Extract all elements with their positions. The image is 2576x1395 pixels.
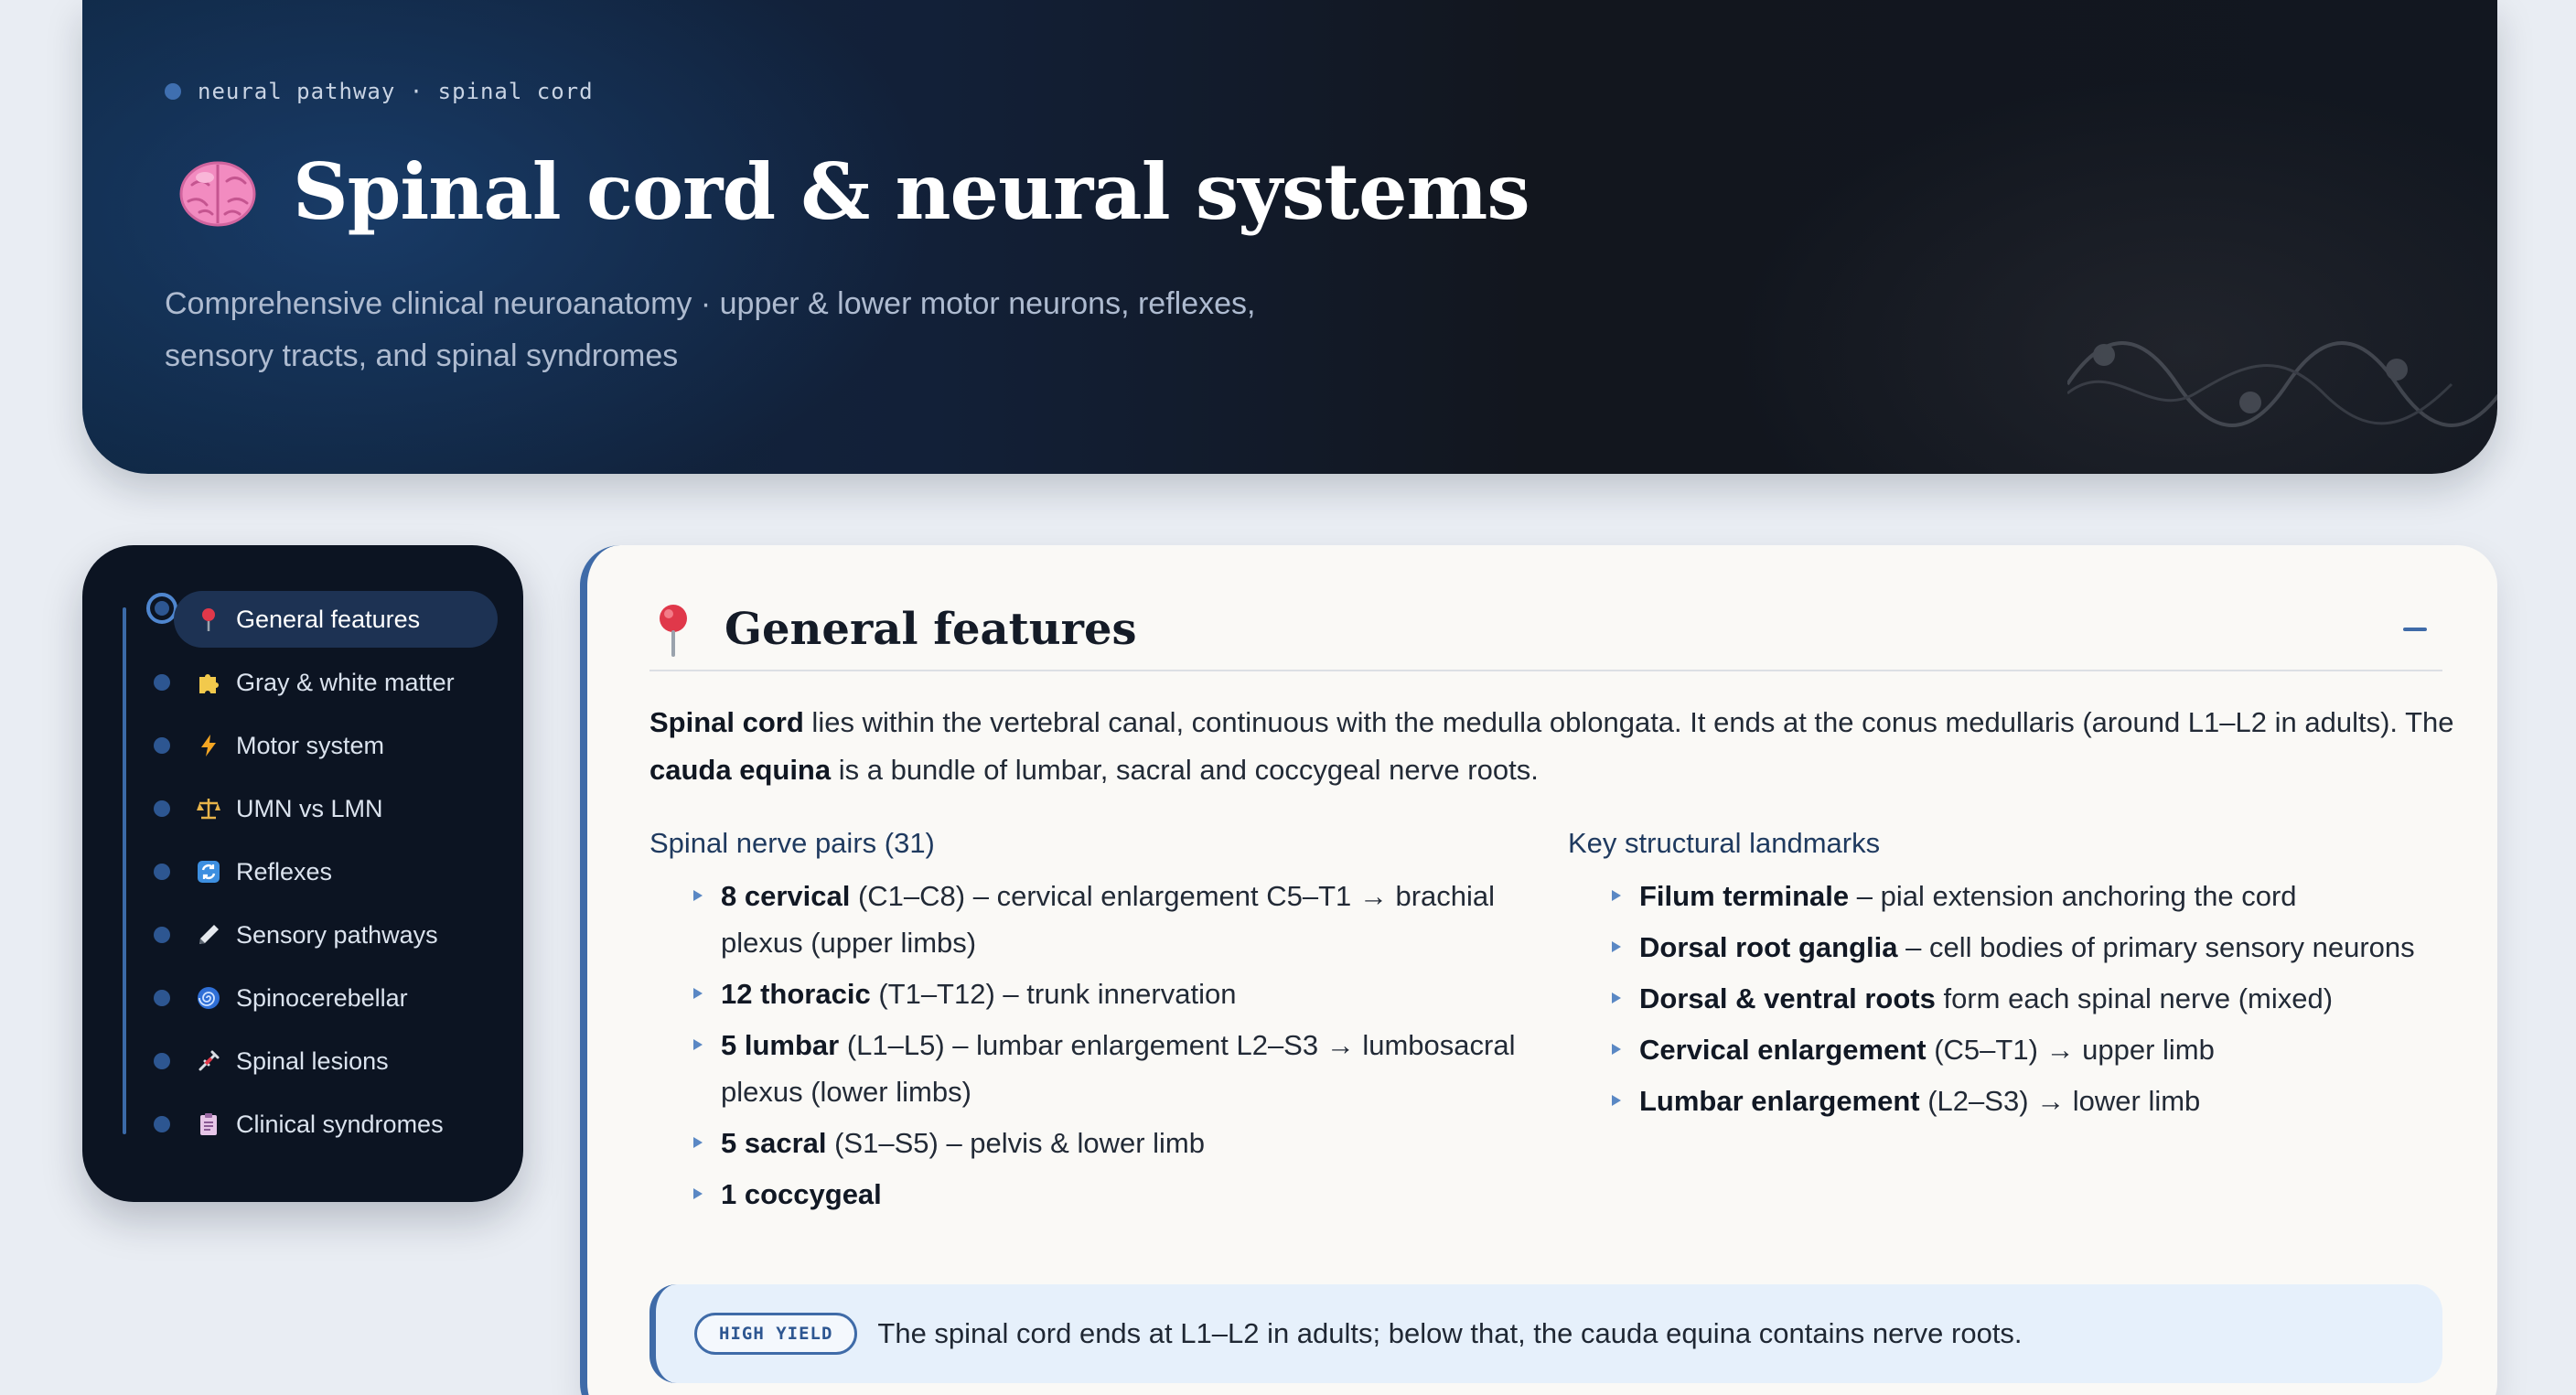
pen-icon	[199, 925, 219, 944]
list-item-term: 1 coccygeal	[721, 1178, 882, 1210]
nerve-pairs-column: Spinal nerve pairs (31) 8 cervical (C1–C…	[649, 827, 1528, 1222]
intro-term-cauda-equina: cauda equina	[649, 754, 832, 786]
list-item: Filum terminale – pial extension anchori…	[1568, 873, 2474, 919]
intro-text: is a bundle of lumbar, sacral and coccyg…	[831, 754, 1539, 786]
pushpin-icon	[660, 605, 687, 657]
page-title-row: Spinal cord & neural systems	[174, 146, 1530, 237]
sidebar-dot-icon	[154, 1116, 170, 1132]
spiral-icon	[198, 987, 220, 1009]
section-sidebar: General features Gray & white matter Mot…	[82, 545, 523, 1202]
list-item-term: 5 lumbar	[721, 1029, 840, 1061]
high-yield-badge: HIGH YIELD	[694, 1313, 858, 1355]
sidebar-item-label: Motor system	[236, 731, 385, 759]
list-item-text: (L1–L5) – lumbar enlargement L2–S3 → lum…	[721, 1029, 1516, 1108]
subtitle-line-2: sensory tracts, and spinal syndromes	[165, 338, 679, 373]
list-item: 5 lumbar (L1–L5) – lumbar enlargement L2…	[649, 1022, 1528, 1115]
list-item-term: Cervical enlargement	[1639, 1034, 1927, 1066]
page-subtitle: Comprehensive clinical neuroanatomy · up…	[165, 278, 1390, 382]
cycle-icon	[198, 861, 220, 883]
column-heading: Key structural landmarks	[1568, 827, 1881, 859]
sidebar-item-label: Spinocerebellar	[236, 983, 408, 1012]
sidebar-dot-icon	[154, 674, 170, 691]
clipboard-icon	[200, 1113, 217, 1135]
list-item: Lumbar enlargement (L2–S3) → lower limb	[1568, 1078, 2474, 1124]
puzzle-icon	[199, 674, 219, 693]
hero-banner: neural pathway · spinal cord Spinal cord…	[82, 0, 2497, 474]
sidebar-item-label: Gray & white matter	[236, 668, 455, 696]
list-item: 5 sacral (S1–S5) – pelvis & lower limb	[649, 1120, 1528, 1166]
sidebar-item-spinal-lesions[interactable]: Spinal lesions	[174, 1033, 498, 1089]
syringe-icon	[199, 1050, 220, 1071]
list-item-term: 8 cervical	[721, 880, 851, 912]
sidebar-item-gray-white-matter[interactable]: Gray & white matter	[174, 654, 498, 711]
sidebar-dot-icon	[154, 1053, 170, 1069]
list-item-term: Dorsal root ganglia	[1639, 931, 1898, 963]
list-item-text: (C5–T1) → upper limb	[1926, 1034, 2215, 1066]
list-item-text: form each spinal nerve (mixed)	[1935, 982, 2334, 1014]
sidebar-item-sensory-pathways[interactable]: Sensory pathways	[174, 907, 498, 963]
sidebar-dot-icon	[154, 927, 170, 943]
minus-icon	[2403, 628, 2427, 631]
sidebar-item-motor-system[interactable]: Motor system	[174, 717, 498, 774]
subtitle-line-1: Comprehensive clinical neuroanatomy · up…	[165, 286, 1256, 321]
sidebar-dot-icon	[154, 990, 170, 1006]
sidebar-item-spinocerebellar[interactable]: Spinocerebellar	[174, 970, 498, 1026]
sidebar-item-reflexes[interactable]: Reflexes	[174, 843, 498, 900]
list-item-text: – cell bodies of primary sensory neurons	[1897, 931, 2415, 963]
sidebar-item-label: Reflexes	[236, 857, 333, 885]
breadcrumb-text: neural pathway · spinal cord	[198, 79, 594, 104]
list-item-term: Lumbar enlargement	[1639, 1085, 1920, 1117]
list-item-term: Dorsal & ventral roots	[1639, 982, 1936, 1014]
list-item-text: (L2–S3) → lower limb	[1919, 1085, 2201, 1117]
list-item-term: 12 thoracic	[721, 978, 871, 1010]
sidebar-dot-icon	[154, 864, 170, 880]
list-item-text: – pial extension anchoring the cord	[1849, 880, 2297, 912]
collapse-button[interactable]	[2397, 611, 2433, 648]
nerve-pairs-list: 8 cervical (C1–C8) – cervical enlargemen…	[649, 873, 1528, 1218]
pushpin-icon	[202, 608, 215, 631]
callout-text: The spinal cord ends at L1–L2 in adults;…	[877, 1317, 2023, 1349]
section-title: General features	[724, 604, 1137, 655]
brain-icon	[179, 161, 256, 226]
list-item: 8 cervical (C1–C8) – cervical enlargemen…	[649, 873, 1528, 966]
sidebar-item-label: General features	[236, 605, 421, 633]
list-item-term: 5 sacral	[721, 1127, 827, 1159]
list-item: 1 coccygeal	[649, 1171, 1528, 1218]
intro-term-spinal-cord: Spinal cord	[649, 706, 804, 738]
sidebar-dot-icon	[154, 737, 170, 754]
breadcrumb-dot-icon	[165, 83, 181, 100]
sidebar-item-umn-vs-lmn[interactable]: UMN vs LMN	[174, 780, 498, 837]
section-card-general-features: General features Spinal cord lies within…	[580, 545, 2497, 1395]
page-title: Spinal cord & neural systems	[293, 146, 1530, 237]
high-yield-callout: HIGH YIELD The spinal cord ends at L1–L2…	[649, 1284, 2442, 1383]
column-heading: Spinal nerve pairs (31)	[649, 827, 935, 859]
sidebar-item-clinical-syndromes[interactable]: Clinical syndromes	[174, 1096, 498, 1153]
list-item: Dorsal root ganglia – cell bodies of pri…	[1568, 924, 2474, 971]
intro-text: lies within the vertebral canal, continu…	[803, 706, 2454, 738]
sidebar-dot-active-icon	[146, 593, 177, 624]
sidebar-rail	[123, 607, 126, 1134]
sidebar-item-general-features[interactable]: General features	[174, 591, 498, 648]
landmarks-column: Key structural landmarks Filum terminale…	[1568, 827, 2474, 1129]
list-item: 12 thoracic (T1–T12) – trunk innervation	[649, 971, 1528, 1017]
neural-wave-decoration-icon	[2067, 341, 2497, 427]
list-item: Dorsal & ventral roots form each spinal …	[1568, 975, 2474, 1022]
scales-icon	[197, 799, 220, 820]
lightning-icon	[201, 735, 216, 757]
sidebar-item-label: Clinical syndromes	[236, 1110, 444, 1138]
section-header: General features	[649, 589, 2442, 671]
list-item: Cervical enlargement (C5–T1) → upper lim…	[1568, 1026, 2474, 1073]
sidebar-item-label: Sensory pathways	[236, 920, 438, 949]
section-intro: Spinal cord lies within the vertebral ca…	[649, 699, 2470, 794]
sidebar-dot-icon	[154, 800, 170, 817]
landmarks-list: Filum terminale – pial extension anchori…	[1568, 873, 2474, 1124]
sidebar-item-label: Spinal lesions	[236, 1046, 389, 1075]
list-item-term: Filum terminale	[1639, 880, 1850, 912]
breadcrumb: neural pathway · spinal cord	[165, 79, 594, 104]
list-item-text: (T1–T12) – trunk innervation	[870, 978, 1237, 1010]
list-item-text: (S1–S5) – pelvis & lower limb	[826, 1127, 1205, 1159]
sidebar-item-label: UMN vs LMN	[236, 794, 383, 822]
